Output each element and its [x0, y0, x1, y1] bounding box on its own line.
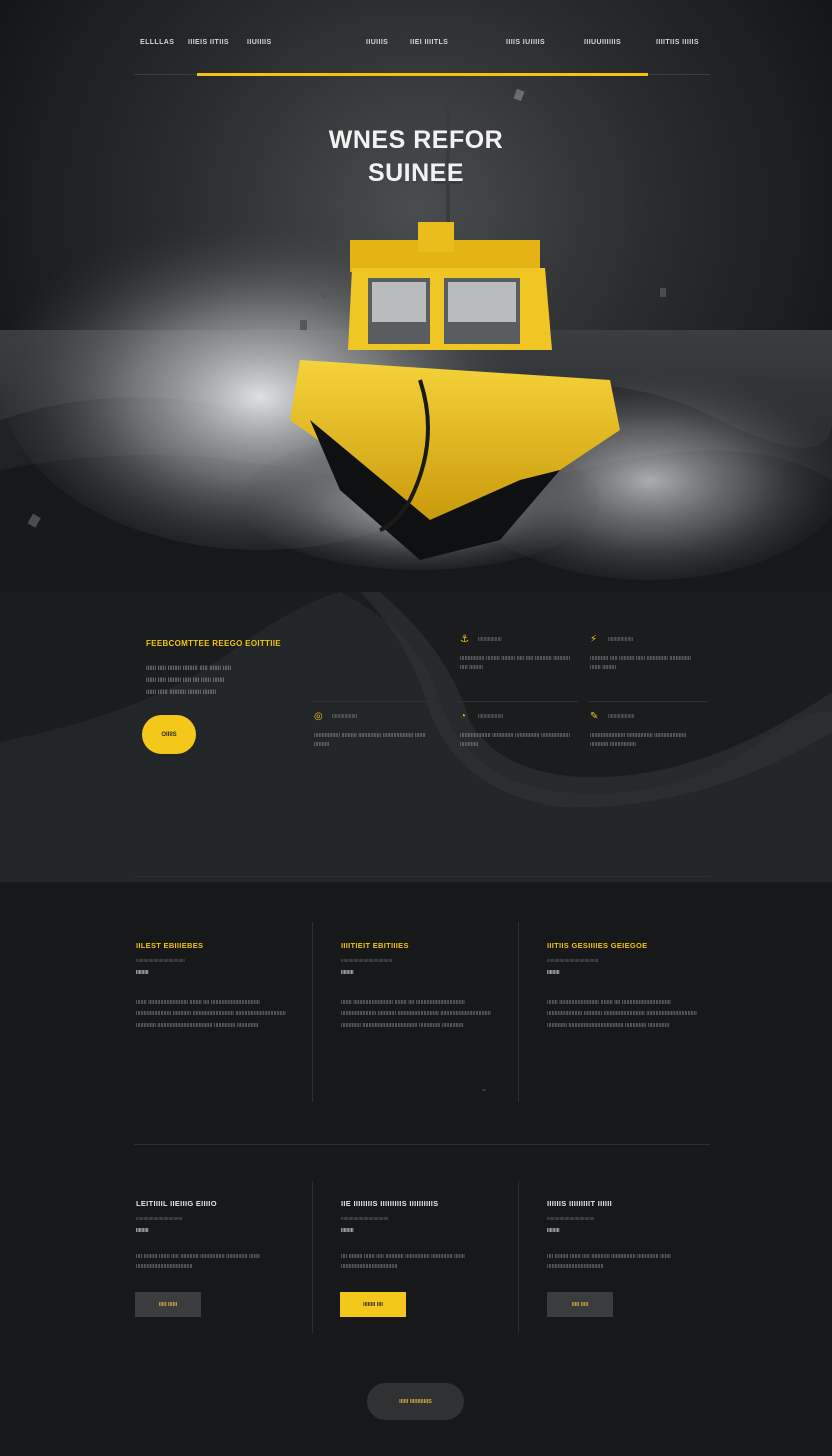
card-subtitle: IIIIIIIIIIIIIIIIIIIIIIIIIIIIIIIIIIIIII — [341, 1216, 389, 1221]
card-tag: IIIIIIIII — [341, 1228, 354, 1234]
features-text-line2: IIIIII IIIII IIIIIIII IIIII IIII IIIIII … — [146, 678, 225, 684]
card-body: IIII IIIIIIIII IIIIIII IIIII IIIIIIIIIII… — [341, 1254, 465, 1270]
chevron-down-icon[interactable]: ⌄ — [480, 1083, 492, 1093]
column-body: IIIIIII IIIIIIIIIIIIIIIIIIIIIIIIII IIIII… — [547, 1000, 697, 1029]
service-label: IIIIIIIIIIIIIIIIII — [478, 714, 504, 720]
speed-icon: ⚡ — [590, 634, 598, 645]
service-divider — [588, 701, 708, 702]
service-text: IIIIIIIIIIII IIIII IIIIIIIIII IIIIII III… — [590, 656, 691, 671]
card-2: IIE IIIIIIIIS IIIIIIIIIS IIIIIIIIIIS III… — [341, 1199, 501, 1272]
column-body: IIIIIII IIIIIIIIIIIIIIIIIIIIIIIIII IIIII… — [341, 1000, 491, 1029]
nav-item-7[interactable]: IIIUUIIIIIIS — [584, 39, 621, 46]
nav-item-8[interactable]: IIIITIIS IIIIIS — [656, 39, 699, 46]
card-body: IIII IIIIIIIII IIIIIII IIIII IIIIIIIIIII… — [547, 1254, 671, 1270]
nav-active-indicator — [197, 73, 648, 76]
card-tag: IIIIIIIII — [547, 1228, 560, 1234]
card-2-button[interactable]: IIIIIIII IIII — [340, 1292, 406, 1317]
lifebuoy-icon: ◎ — [314, 711, 323, 722]
info-column-2: IIIITIEIT EBITIIIES IIIIIIIIIIIIIIIIIIII… — [341, 941, 501, 1032]
card-body: IIII IIIIIIIII IIIIIII IIIII IIIIIIIIIII… — [136, 1254, 260, 1270]
card-1-button[interactable]: IIIII IIIIII — [135, 1292, 201, 1317]
service-label: IIIIIIIIIIIIIIIIII — [332, 714, 358, 720]
column-body: IIIIIII IIIIIIIIIIIIIIIIIIIIIIIIII IIIII… — [136, 1000, 286, 1029]
card-1: LEITIIIIL IIEIIIG EIIIIO IIIIIIIIIIIIIII… — [136, 1199, 296, 1272]
card-title: IIIIIIS IIIIIIIIIT IIIIII — [547, 1199, 613, 1208]
features-cta-button[interactable]: OIIIIS — [142, 715, 196, 754]
hero-image — [0, 88, 832, 592]
hero-title-line2: SUINEE — [367, 159, 465, 187]
section-divider — [134, 876, 710, 877]
card-3-button[interactable]: IIIII IIIII — [547, 1292, 613, 1317]
service-divider — [458, 701, 578, 702]
wrench-icon: ✎ — [590, 711, 599, 722]
service-text: IIIIIIIIIIIIIIIII IIIIIIIIII IIIIIIIIIII… — [314, 733, 426, 748]
info-column-1: IILEST EBIIIEBES IIIIIIIIIIIIIIIIIIIIIII… — [136, 941, 296, 1032]
column-divider — [518, 922, 519, 1102]
column-title: IILEST EBIIIEBES — [136, 941, 204, 950]
service-label: IIIIIIIIIIIIIIIII — [478, 637, 502, 643]
nav-item-1[interactable]: ELLLLAS — [140, 39, 174, 46]
nav-item-3[interactable]: IIUIIIIS — [247, 39, 272, 46]
top-navigation: ELLLLAS IIIEIS IITIIS IIUIIIIS IIUIIIS I… — [0, 0, 832, 80]
column-tag: IIIIIIIII — [547, 970, 560, 976]
nav-item-5[interactable]: IIEI IIIITLS — [410, 39, 448, 46]
column-title: IIITIIS GESIIIIES GEIEGOE — [547, 941, 648, 950]
card-3: IIIIIIS IIIIIIIIIT IIIIII IIIIIIIIIIIIII… — [547, 1199, 707, 1272]
column-subtitle: IIIIIIIIIIIIIIIIIIIIIIIIIIIIIIIIIIIIIIII… — [341, 958, 393, 963]
hero-title: WNES REFOR SUINEE — [0, 124, 832, 190]
card-subtitle: IIIIIIIIIIIIIIIIIIIIIIIIIIIIIIIIIIIII — [136, 1216, 183, 1221]
nav-item-6[interactable]: IIIIS IUIIIIS — [506, 39, 545, 46]
features-text-line3: IIIIII IIIIII IIIIIIIIII IIIIIIII IIIIII… — [146, 690, 217, 696]
column-subtitle: IIIIIIIIIIIIIIIIIIIIIIIIIIIIIIIIIIIIIII — [136, 958, 185, 963]
features-text-line1: IIIIII IIIII IIIIIIII IIIIIIIII IIIII II… — [146, 666, 232, 672]
column-title: IIIITIEIT EBITIIIES — [341, 941, 409, 950]
service-label: IIIIIIIIIIIIIIIIIII — [608, 714, 635, 720]
section-divider — [134, 1144, 710, 1145]
card-subtitle: IIIIIIIIIIIIIIIIIIIIIIIIIIIIIIIIIIIIII — [547, 1216, 595, 1221]
service-text: IIIIIIIIIIIIIIIIIIII IIIIIIIIIIIIII IIII… — [460, 733, 571, 748]
service-divider — [312, 701, 432, 702]
card-divider — [312, 1181, 313, 1333]
service-text: IIIIIIIIIIIIIIII IIIIIIIII IIIIIIIII III… — [460, 656, 571, 671]
card-tag: IIIIIIIII — [136, 1228, 149, 1234]
hero-section: WNES REFOR SUINEE — [0, 0, 832, 592]
service-text: IIIIIIIIIIIIIIIIIIIIIII IIIIIIIIIIIIIIII… — [590, 733, 687, 748]
features-title: FEEBCOMTTEE REEGO EOITTIIE — [146, 639, 281, 648]
column-tag: IIIIIIIII — [341, 970, 354, 976]
anchor-icon: ⚓ — [460, 634, 469, 645]
gauge-icon: ◔ — [460, 711, 467, 722]
column-subtitle: IIIIIIIIIIIIIIIIIIIIIIIIIIIIIIIIIIIIIIII… — [547, 958, 599, 963]
info-column-3: IIITIIS GESIIIIES GEIEGOE IIIIIIIIIIIIII… — [547, 941, 707, 1032]
service-label: IIIIIIIIIIIIIIIIII — [608, 637, 634, 643]
card-divider — [518, 1181, 519, 1333]
card-title: IIE IIIIIIIIS IIIIIIIIIS IIIIIIIIIIS — [341, 1199, 439, 1208]
hero-title-line1: WNES REFOR — [328, 126, 504, 154]
column-divider — [312, 922, 313, 1102]
card-title: LEITIIIIL IIEIIIG EIIIIO — [136, 1199, 217, 1208]
nav-item-4[interactable]: IIUIIIS — [366, 39, 388, 46]
footer-cta-button[interactable]: IIIIII IIIIIIIIIIIIS — [367, 1383, 464, 1420]
nav-item-2[interactable]: IIIEIS IITIIS — [188, 39, 229, 46]
column-tag: IIIIIIIII — [136, 970, 149, 976]
